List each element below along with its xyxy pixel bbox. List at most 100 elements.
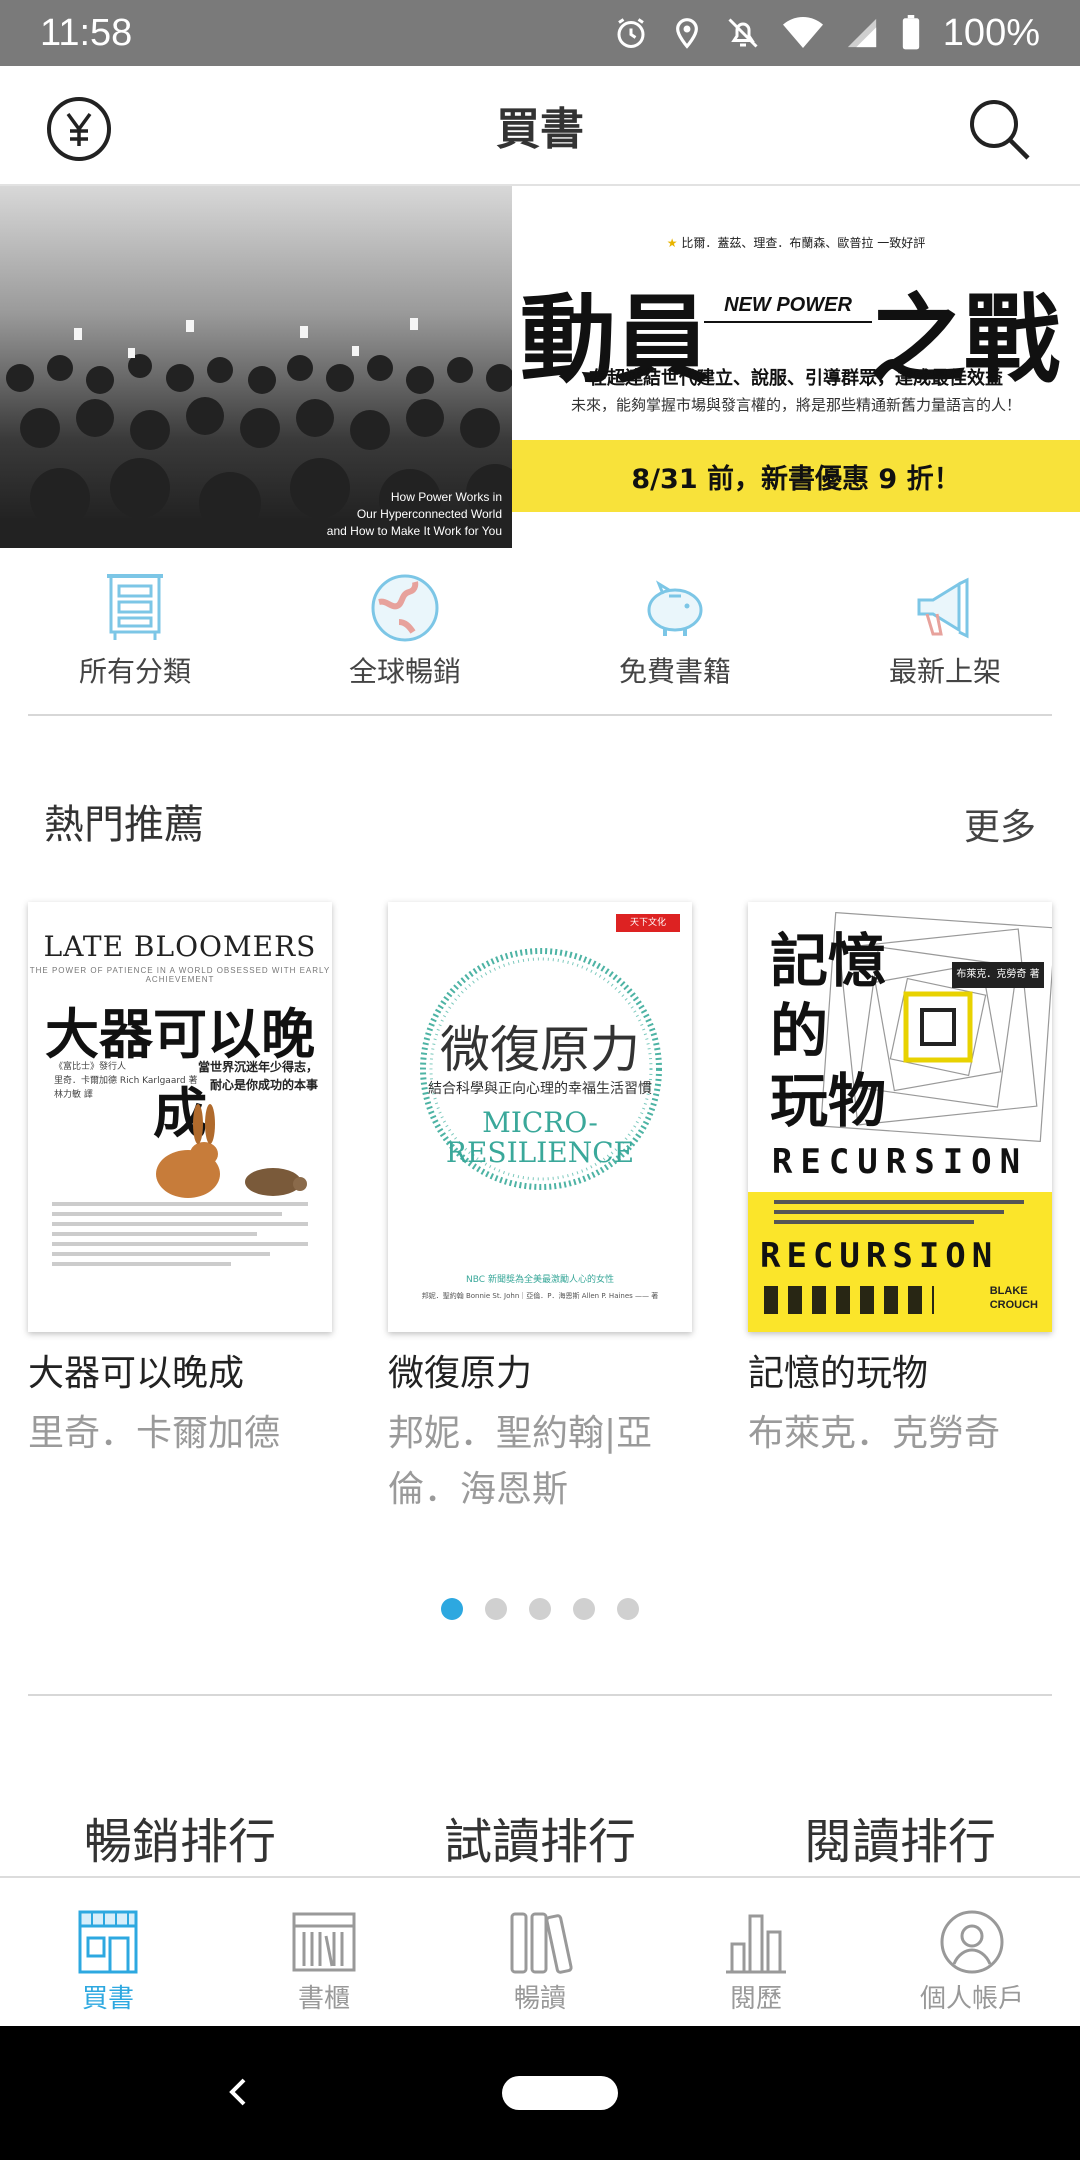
cover-en-title: LATE BLOOMERS — [43, 930, 317, 963]
pager-dot[interactable] — [573, 1598, 595, 1620]
nav-label: 買書 — [81, 1984, 134, 2014]
caption-line: and How to Make It Work for You — [326, 524, 502, 538]
ranking-bestseller[interactable]: 暢銷排行 — [0, 1802, 360, 1872]
signal-icon — [847, 18, 876, 48]
nav-label: 個人帳戶 — [919, 1984, 1024, 2014]
ranking-reading[interactable]: 閱讀排行 — [720, 1802, 1080, 1872]
cabinet-icon — [107, 574, 163, 640]
book-cover[interactable]: 天下文化 微復原力 結合科學與正向心理的幸福生活習慣 MICRO- RESILI… — [388, 902, 692, 1332]
category-free[interactable]: 免費書籍 — [540, 572, 810, 692]
caption-line: How Power Works in — [390, 490, 502, 504]
book-cover[interactable]: 記憶 的 玩物 布萊克．克勞奇 著 RECURSION RECURSION BL… — [748, 902, 1052, 1332]
banner-text-panel: ★ 比爾．蓋茲、理查．布蘭森、歐普拉 一致好評 動員 之戰 NEW POWER … — [512, 186, 1080, 548]
caption-line: Our Hyperconnected World — [356, 507, 502, 521]
battery-icon — [902, 15, 919, 50]
back-icon[interactable] — [220, 2072, 260, 2112]
book-card[interactable]: 記憶 的 玩物 布萊克．克勞奇 著 RECURSION RECURSION BL… — [748, 902, 1052, 1462]
cover-author-tag: 布萊克．克勞奇 著 — [952, 962, 1044, 988]
book-author: 布萊克．克勞奇 — [748, 1413, 1001, 1454]
ranking-trial[interactable]: 試讀排行 — [360, 1802, 720, 1872]
category-new[interactable]: 最新上架 — [810, 572, 1080, 692]
globe-icon — [371, 574, 439, 642]
cover-dash-pattern — [764, 1286, 934, 1314]
cover-author-line: 《富比士》發行人 — [54, 1062, 127, 1072]
cover-author-en-line: CROUCH — [989, 1299, 1038, 1311]
books-icon — [510, 1912, 573, 1974]
banner-tagline: 未來，能夠掌握市場與發言權的，將是那些精通新舊力量語言的人！ — [570, 396, 1021, 414]
system-nav-bar — [0, 2026, 1080, 2160]
book-title[interactable]: 記憶的玩物 — [748, 1350, 1052, 1398]
cover-author-en: BLAKE CROUCH — [990, 1284, 1038, 1312]
category-all[interactable]: 所有分類 — [0, 572, 270, 692]
nav-account[interactable]: 個人帳戶 — [864, 1878, 1080, 2026]
cover-en-title: MICRO- RESILIENCE — [388, 1108, 692, 1168]
cover-bottom-line: 邦妮．聖約翰 Bonnie St. John｜亞倫．P．海恩斯 Allen P.… — [421, 1292, 659, 1300]
promo-banner[interactable]: How Power Works in Our Hyperconnected Wo… — [0, 186, 1080, 548]
cover-author-en-line: BLAKE — [989, 1285, 1028, 1297]
piggy-bank-icon — [647, 580, 703, 636]
banner-promo: 8/31 前，新書優惠 9 折！ — [512, 440, 1080, 512]
cover-en-title-line: RESILIENCE — [445, 1136, 635, 1169]
cover-author: 《富比士》發行人 里奇．卡爾加德 Rich Karlgaard 著 林力敏 譯 — [54, 1060, 197, 1102]
rabbit-turtle-illustration — [156, 1104, 307, 1198]
category-bestseller[interactable]: 全球暢銷 — [270, 572, 540, 692]
category-row: 所有分類 全球暢銷 免費書籍 最新上架 — [0, 572, 1080, 692]
section-title-hot: 熱門推薦 — [44, 802, 204, 848]
cover-en-subtitle: THE POWER OF PATIENCE IN A WORLD OBSESSE… — [29, 966, 331, 984]
book-title[interactable]: 大器可以晚成 — [28, 1350, 332, 1398]
banner-photo-caption: How Power Works in Our Hyperconnected Wo… — [327, 489, 502, 540]
pager-dot[interactable] — [485, 1598, 507, 1620]
book-carousel[interactable]: LATE BLOOMERS THE POWER OF PATIENCE IN A… — [0, 902, 1080, 1542]
pager-dot[interactable] — [529, 1598, 551, 1620]
store-icon — [78, 1910, 138, 1974]
megaphone-icon — [917, 577, 969, 639]
book-cover[interactable]: LATE BLOOMERS THE POWER OF PATIENCE IN A… — [28, 902, 332, 1332]
nav-label: 暢讀 — [513, 1984, 566, 2014]
publisher-logo: 天下文化 — [616, 914, 680, 932]
location-icon — [675, 18, 698, 49]
battery-percent: 100% — [942, 11, 1040, 54]
page-title: 買書 — [496, 104, 584, 155]
banner-new-power: NEW POWER — [704, 294, 872, 323]
category-label: 最新上架 — [888, 655, 1001, 688]
book-title[interactable]: 微復原力 — [388, 1350, 692, 1398]
more-link[interactable]: 更多 — [964, 798, 1036, 850]
notifications-off-icon — [728, 18, 758, 48]
bar-chart-icon — [726, 1914, 786, 1974]
bookshelf-icon — [292, 1912, 356, 1972]
cover-word-strip: RECURSION — [760, 1236, 999, 1276]
book-card[interactable]: LATE BLOOMERS THE POWER OF PATIENCE IN A… — [28, 902, 332, 1462]
cover-quote-line: 耐心是你成功的本事 — [209, 1078, 318, 1092]
category-label: 免費書籍 — [618, 655, 731, 688]
nav-unlimited[interactable]: 暢讀 — [432, 1878, 648, 2026]
ranking-tabs: 暢銷排行 試讀排行 閱讀排行 — [0, 1802, 1080, 1872]
nav-bookshelf[interactable]: 書櫃 — [216, 1878, 432, 2026]
divider — [28, 1694, 1052, 1696]
cover-quote-line: 當世界沉迷年少得志， — [197, 1060, 318, 1074]
pager-dot[interactable] — [617, 1598, 639, 1620]
cover-word: RECURSION — [771, 1142, 1029, 1182]
wifi-icon — [782, 17, 823, 48]
cover-title: 微復原力 — [440, 1021, 640, 1079]
banner-endorsement-text: 比爾．蓋茲、理查．布蘭森、歐普拉 一致好評 — [681, 236, 926, 250]
app-bar: 買書 — [0, 66, 1080, 186]
status-icons: 100% — [613, 12, 1040, 55]
carousel-pager — [0, 1598, 1080, 1620]
book-author: 里奇．卡爾加德 — [28, 1413, 281, 1454]
cover-bottom: NBC 新聞獎為全美最激勵人心的女性 邦妮．聖約翰 Bonnie St. Joh… — [388, 1272, 692, 1304]
cover-quote: 當世界沉迷年少得志， 耐心是你成功的本事 — [198, 1058, 318, 1094]
book-author: 邦妮．聖約翰|亞倫．海恩斯 — [388, 1413, 653, 1510]
nav-buy-books[interactable]: 買書 — [0, 1878, 216, 2026]
category-label: 所有分類 — [78, 655, 191, 688]
pager-dot[interactable] — [441, 1598, 463, 1620]
book-card[interactable]: 天下文化 微復原力 結合科學與正向心理的幸福生活習慣 MICRO- RESILI… — [388, 902, 692, 1518]
cover-yellow-strip: RECURSION BLAKE CROUCH — [748, 1192, 1052, 1332]
cover-subtitle: 結合科學與正向心理的幸福生活習慣 — [428, 1081, 652, 1097]
search-icon[interactable] — [966, 96, 1032, 162]
currency-yuan-icon[interactable] — [46, 96, 112, 162]
home-pill[interactable] — [502, 2076, 618, 2110]
nav-history[interactable]: 閱歷 — [648, 1878, 864, 2026]
cover-description — [774, 1200, 1024, 1224]
cover-title-line: 記憶 — [770, 927, 887, 995]
bottom-nav: 買書 書櫃 暢讀 閱歷 個人帳戶 — [0, 1876, 1080, 2026]
